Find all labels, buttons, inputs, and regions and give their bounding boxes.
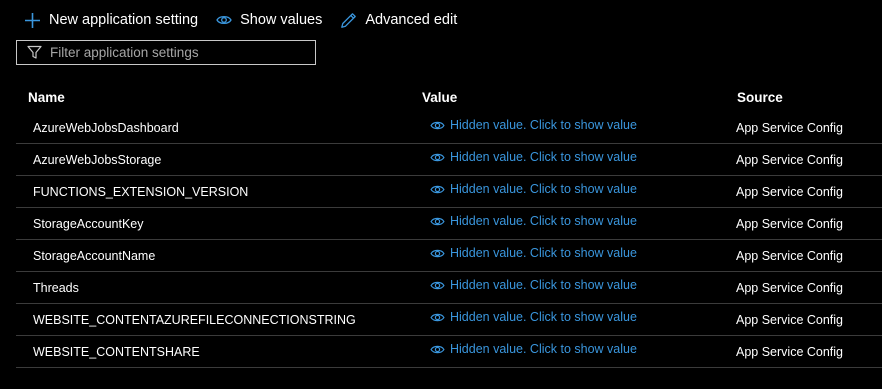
hidden-value-text: Hidden value. Click to show value — [450, 150, 637, 164]
hidden-value-link[interactable]: Hidden value. Click to show value — [430, 214, 637, 228]
filter-box — [16, 40, 316, 65]
eye-icon — [430, 153, 445, 161]
advanced-edit-label: Advanced edit — [365, 12, 458, 28]
advanced-edit-button[interactable]: Advanced edit — [340, 12, 457, 29]
setting-source: App Service Config — [736, 313, 844, 327]
setting-source: App Service Config — [736, 185, 844, 199]
setting-source: App Service Config — [736, 281, 844, 295]
plus-icon — [25, 12, 40, 28]
setting-name: AzureWebJobsDashboard — [33, 121, 179, 135]
setting-name: StorageAccountKey — [33, 217, 144, 231]
new-application-setting-label: New application setting — [49, 12, 199, 28]
table-row[interactable]: WEBSITE_CONTENTSHARE Hidden value. Click … — [16, 336, 882, 368]
hidden-value-text: Hidden value. Click to show value — [450, 214, 637, 228]
hidden-value-text: Hidden value. Click to show value — [450, 182, 637, 196]
command-bar: New application setting Show values Adva… — [24, 9, 475, 31]
eye-icon — [430, 345, 445, 353]
table-row[interactable]: AzureWebJobsStorage Hidden value. Click t… — [16, 144, 882, 176]
column-header-name[interactable]: Name — [28, 90, 65, 105]
show-values-label: Show values — [240, 12, 323, 28]
setting-source: App Service Config — [736, 153, 844, 167]
eye-icon — [216, 15, 232, 25]
column-header-value[interactable]: Value — [422, 90, 457, 105]
filter-input[interactable] — [50, 45, 300, 60]
table-row[interactable]: StorageAccountKey Hidden value. Click to … — [16, 208, 882, 240]
setting-name: StorageAccountName — [33, 249, 156, 263]
setting-name: WEBSITE_CONTENTAZUREFILECONNECTIONSTRING — [33, 313, 356, 327]
hidden-value-text: Hidden value. Click to show value — [450, 278, 637, 292]
eye-icon — [430, 313, 445, 321]
pencil-icon — [341, 12, 357, 28]
table-row[interactable]: WEBSITE_CONTENTAZUREFILECONNECTIONSTRING… — [16, 304, 882, 336]
eye-icon — [430, 185, 445, 193]
hidden-value-text: Hidden value. Click to show value — [450, 118, 637, 132]
hidden-value-link[interactable]: Hidden value. Click to show value — [430, 118, 637, 132]
app-settings-table: Name Value Source AzureWebJobsDashboard H… — [16, 84, 882, 368]
show-values-button[interactable]: Show values — [216, 12, 322, 28]
table-row[interactable]: StorageAccountName Hidden value. Click to… — [16, 240, 882, 272]
setting-source: App Service Config — [736, 121, 844, 135]
setting-name: Threads — [33, 281, 79, 295]
hidden-value-link[interactable]: Hidden value. Click to show value — [430, 150, 637, 164]
hidden-value-link[interactable]: Hidden value. Click to show value — [430, 310, 637, 324]
hidden-value-link[interactable]: Hidden value. Click to show value — [430, 182, 637, 196]
hidden-value-link[interactable]: Hidden value. Click to show value — [430, 246, 637, 260]
hidden-value-text: Hidden value. Click to show value — [450, 342, 637, 356]
table-body: AzureWebJobsDashboard Hidden value. Click… — [16, 112, 882, 368]
setting-name: FUNCTIONS_EXTENSION_VERSION — [33, 185, 249, 199]
eye-icon — [430, 281, 445, 289]
eye-icon — [430, 249, 445, 257]
funnel-icon — [27, 45, 42, 59]
setting-source: App Service Config — [736, 345, 844, 359]
setting-name: WEBSITE_CONTENTSHARE — [33, 345, 200, 359]
hidden-value-link[interactable]: Hidden value. Click to show value — [430, 278, 637, 292]
hidden-value-text: Hidden value. Click to show value — [450, 246, 637, 260]
setting-name: AzureWebJobsStorage — [33, 153, 162, 167]
table-row[interactable]: AzureWebJobsDashboard Hidden value. Click… — [16, 112, 882, 144]
table-row[interactable]: Threads Hidden value. Click to show value… — [16, 272, 882, 304]
hidden-value-link[interactable]: Hidden value. Click to show value — [430, 342, 637, 356]
eye-icon — [430, 121, 445, 129]
table-row[interactable]: FUNCTIONS_EXTENSION_VERSION Hidden value.… — [16, 176, 882, 208]
eye-icon — [430, 217, 445, 225]
setting-source: App Service Config — [736, 249, 844, 263]
table-header: Name Value Source — [16, 84, 882, 112]
column-header-source[interactable]: Source — [737, 90, 783, 105]
new-application-setting-button[interactable]: New application setting — [24, 12, 198, 29]
setting-source: App Service Config — [736, 217, 844, 231]
hidden-value-text: Hidden value. Click to show value — [450, 310, 637, 324]
